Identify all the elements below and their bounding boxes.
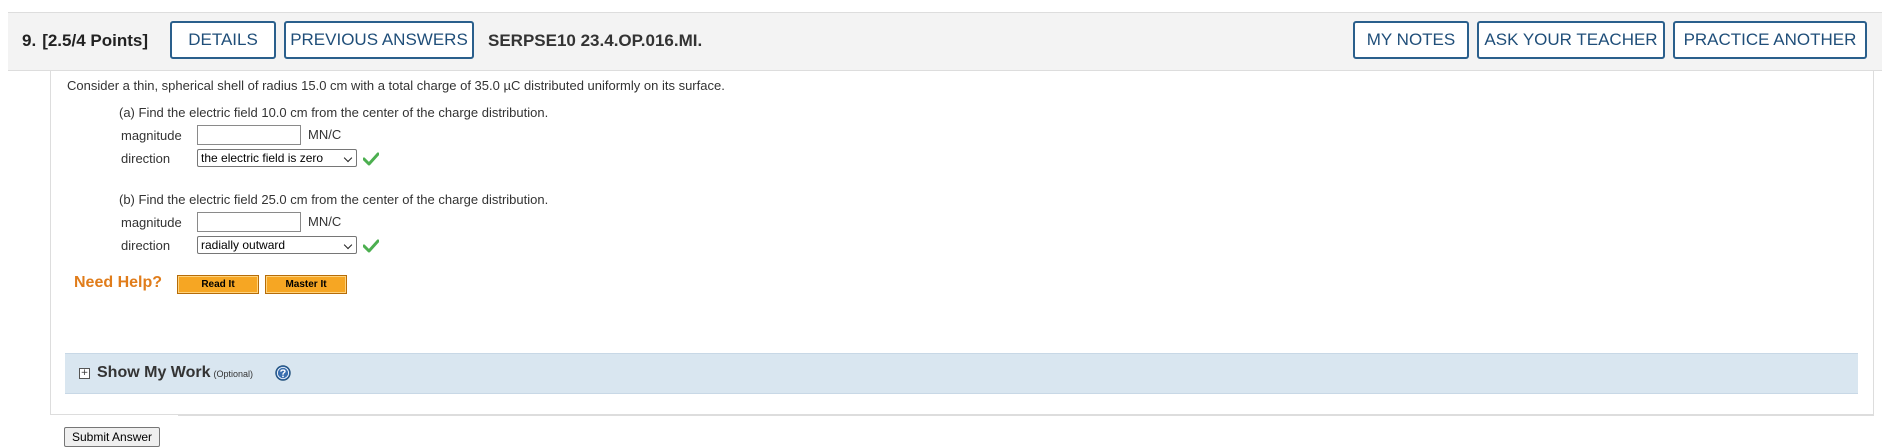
divider [178, 415, 1874, 416]
chevron-down-icon [343, 240, 353, 250]
read-it-button[interactable]: Read It [177, 275, 259, 294]
show-my-work-title[interactable]: Show My Work (Optional) [97, 364, 253, 382]
part-a-direction-label: direction [121, 151, 171, 166]
question-circle-icon[interactable] [275, 365, 291, 381]
question-number: 9. [22, 31, 37, 50]
ask-your-teacher-button[interactable]: ASK YOUR TEACHER [1477, 21, 1665, 59]
question-id: SERPSE10 23.4.OP.016.MI. [488, 31, 703, 50]
question-header: 9. [2.5/4 Points] DETAILS PREVIOUS ANSWER… [8, 12, 1882, 71]
check-icon [363, 152, 379, 166]
my-notes-button[interactable]: MY NOTES [1353, 21, 1469, 59]
question-number-points: 9. [2.5/4 Points] [22, 31, 148, 51]
part-b-direction-label: direction [121, 238, 171, 253]
optional-label: (Optional) [213, 369, 254, 379]
chevron-down-icon [343, 153, 353, 163]
check-icon [363, 239, 379, 253]
part-b-prompt: (b) Find the electric field 25.0 cm from… [119, 192, 549, 207]
details-button[interactable]: DETAILS [170, 21, 276, 59]
question-panel: Consider a thin, spherical shell of radi… [50, 70, 1874, 415]
plus-box-icon[interactable]: + [79, 368, 90, 379]
show-my-work-label: Show My Work [97, 364, 211, 381]
master-it-button[interactable]: Master It [265, 275, 347, 294]
part-b-unit: MN/C [308, 214, 342, 229]
part-b-direction-select[interactable]: radially outward [197, 236, 357, 254]
part-a-magnitude-input[interactable] [197, 125, 301, 145]
part-a-direction-select[interactable]: the electric field is zero [197, 149, 357, 167]
part-a-magnitude-label: magnitude [121, 128, 182, 143]
practice-another-button[interactable]: PRACTICE ANOTHER [1673, 21, 1867, 59]
previous-answers-button[interactable]: PREVIOUS ANSWERS [284, 21, 474, 59]
submit-answer-button[interactable]: Submit Answer [64, 427, 161, 447]
part-b-magnitude-input[interactable] [197, 212, 301, 232]
show-my-work-bar[interactable]: + Show My Work (Optional) [65, 353, 1858, 394]
part-a-unit: MN/C [308, 127, 342, 142]
question-intro: Consider a thin, spherical shell of radi… [67, 78, 725, 93]
part-a-direction-value: the electric field is zero [201, 151, 324, 165]
part-b-magnitude-label: magnitude [121, 215, 182, 230]
part-b-direction-value: radially outward [201, 238, 286, 252]
part-a-prompt: (a) Find the electric field 10.0 cm from… [119, 105, 549, 120]
need-help-label: Need Help? [74, 274, 163, 291]
question-points: [2.5/4 Points] [42, 31, 148, 50]
